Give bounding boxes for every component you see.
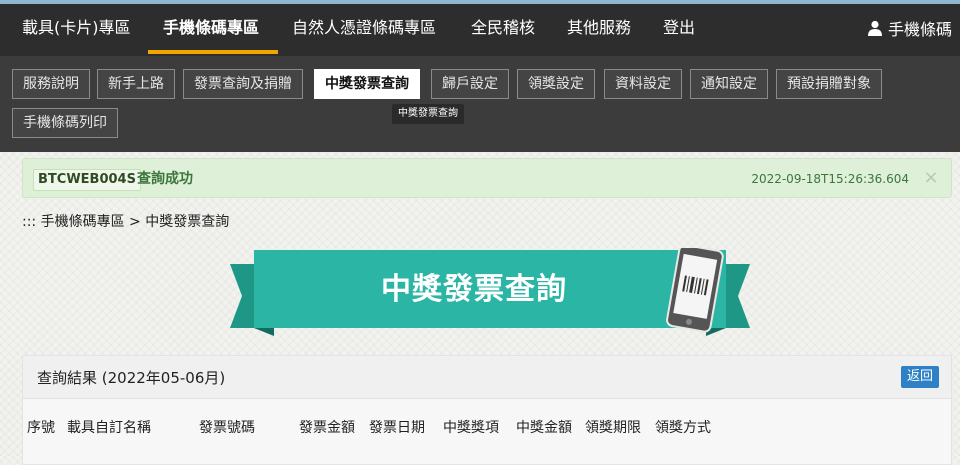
column-header-claim-method: 領獎方式 (655, 420, 711, 436)
tab-service-description[interactable]: 服務說明 (12, 69, 90, 99)
tab-barcode-print[interactable]: 手機條碼列印 (12, 108, 118, 138)
back-button[interactable]: 返回 (900, 366, 939, 388)
success-alert: BTCWEB004S 查詢成功 2022-09-18T15:26:36.604 … (22, 158, 952, 198)
nav-item-mobile-barcode[interactable]: 手機條碼專區 (163, 17, 259, 39)
column-header-claim-deadline: 領獎期限 (585, 420, 641, 436)
tab-winning-invoice-query[interactable]: 中獎發票查詢 (314, 69, 420, 99)
alert-timestamp: 2022-09-18T15:26:36.604 (751, 172, 909, 186)
top-accent-strip (0, 0, 960, 4)
active-nav-underline (148, 50, 278, 54)
alert-message: 查詢成功 (137, 171, 193, 187)
column-header-carrier-name: 載具自訂名稱 (67, 420, 151, 436)
nav-item-citizen-certificate[interactable]: 自然人憑證條碼專區 (292, 17, 436, 39)
tab-default-donation[interactable]: 預設捐贈對象 (776, 69, 882, 99)
column-header-serial: 序號 (27, 420, 55, 436)
user-label: 手機條碼 (887, 20, 952, 39)
results-title: 查詢結果 (2022年05-06月) (37, 369, 226, 387)
alert-code-badge: BTCWEB004S (33, 169, 141, 191)
nav-item-card-carrier[interactable]: 載具(卡片)專區 (22, 17, 131, 39)
tab-prize-settings[interactable]: 領獎設定 (517, 69, 595, 99)
tab-profile-settings[interactable]: 資料設定 (604, 69, 682, 99)
nav-item-audit[interactable]: 全民稽核 (471, 17, 535, 39)
close-icon[interactable]: × (921, 167, 941, 189)
sub-navbar: 服務說明 新手上路 發票查詢及捐贈 中獎發票查詢 歸戶設定 領獎設定 資料設定 … (0, 56, 960, 152)
results-panel-header: 查詢結果 (2022年05-06月) 返回 (23, 356, 951, 399)
nav-item-logout[interactable]: 登出 (663, 17, 695, 39)
nav-item-other-services[interactable]: 其他服務 (567, 17, 631, 39)
top-navbar: 載具(卡片)專區 手機條碼專區 自然人憑證條碼專區 全民稽核 其他服務 登出 手… (0, 0, 960, 56)
banner-title: 中獎發票查詢 (381, 272, 567, 307)
column-header-prize-type: 中獎獎項 (443, 420, 499, 436)
tab-invoice-query-donation[interactable]: 發票查詢及捐贈 (183, 69, 303, 99)
column-header-invoice-date: 發票日期 (369, 420, 425, 436)
results-panel: 查詢結果 (2022年05-06月) 返回 序號 載具自訂名稱 發票號碼 發票金… (22, 355, 952, 465)
column-header-invoice-number: 發票號碼 (199, 420, 255, 436)
tab-notification-settings[interactable]: 通知設定 (690, 69, 768, 99)
user-menu[interactable]: 手機條碼 (867, 17, 952, 39)
tab-tooltip: 中獎發票查詢 (392, 104, 464, 124)
column-header-invoice-amount: 發票金額 (299, 420, 355, 436)
user-icon (867, 20, 882, 36)
tab-getting-started[interactable]: 新手上路 (97, 69, 175, 99)
breadcrumb: ::: 手機條碼專區 > 中獎發票查詢 (22, 214, 230, 230)
tab-account-linking[interactable]: 歸戶設定 (431, 69, 509, 99)
column-header-prize-amount: 中獎金額 (516, 420, 572, 436)
